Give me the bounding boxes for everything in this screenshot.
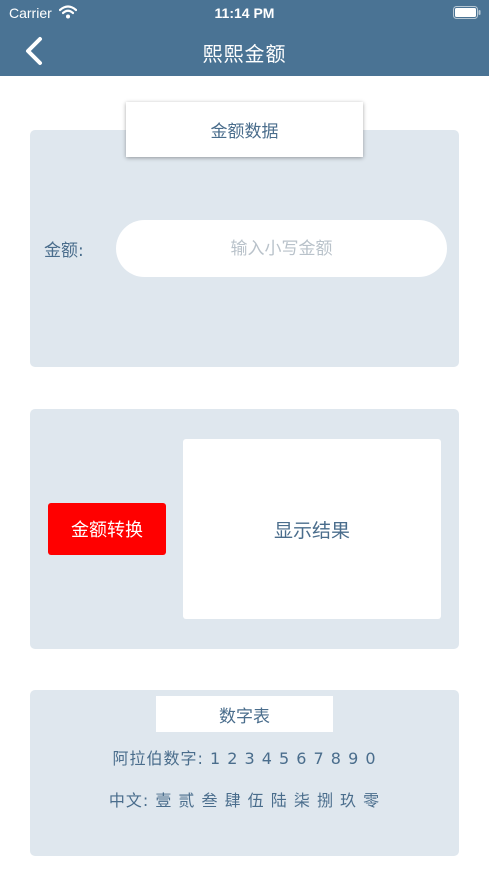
amount-label: 金额: (44, 241, 84, 261)
arabic-numerals-row: 阿拉伯数字: 1 2 3 4 5 6 7 8 9 0 (112, 749, 377, 768)
status-bar: Carrier 11:14 PM (0, 0, 489, 26)
amount-input[interactable] (116, 220, 447, 277)
number-table-title-text: 数字表 (219, 706, 270, 727)
convert-button[interactable]: 金额转换 (48, 503, 166, 555)
result-text: 显示结果 (273, 519, 350, 542)
nav-bar: 熙熙金额 (0, 26, 489, 76)
amount-section-title-text: 金额数据 (210, 122, 279, 142)
page-title: 熙熙金额 (202, 42, 287, 66)
amount-section-title: 金额数据 (126, 102, 363, 157)
header: Carrier 11:14 PM 熙熙金额 (0, 0, 489, 76)
chinese-numerals-row: 中文: 壹 贰 叁 肆 伍 陆 柒 捌 玖 零 (108, 791, 381, 810)
status-time: 11:14 PM (214, 5, 275, 21)
result-display: 显示结果 (183, 439, 441, 619)
battery-icon (453, 6, 481, 19)
number-table-title: 数字表 (156, 696, 333, 732)
